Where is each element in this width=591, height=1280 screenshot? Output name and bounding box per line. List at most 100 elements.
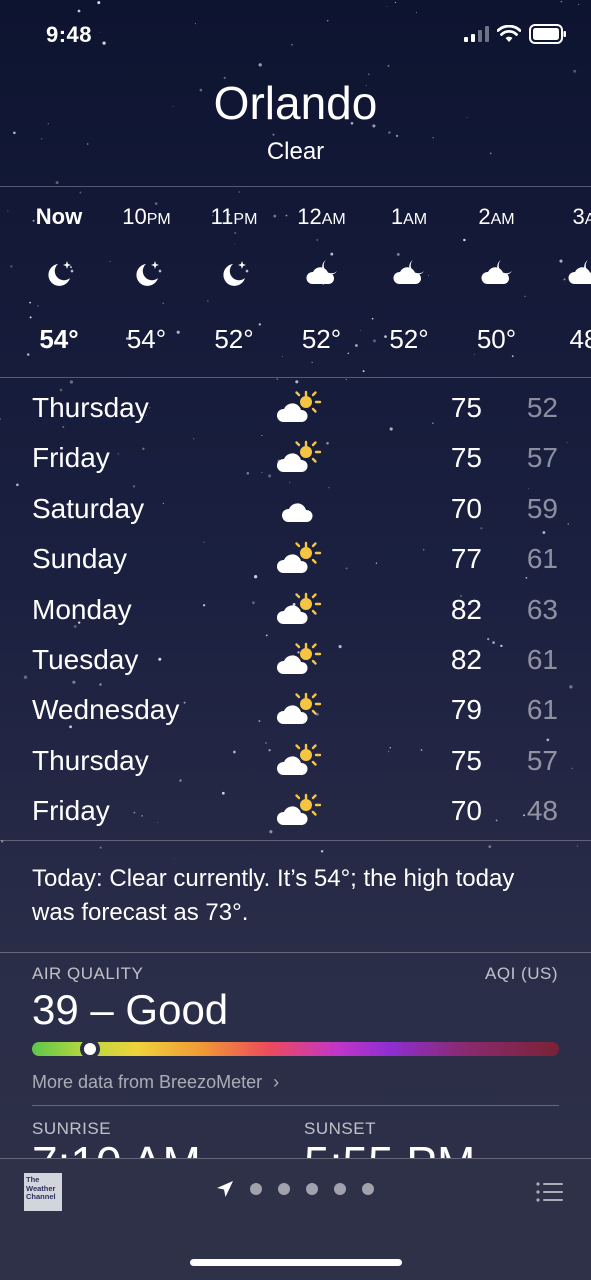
daily-row: Sunday 77 61 bbox=[0, 535, 591, 585]
day-name: Saturday bbox=[32, 492, 145, 524]
low-temperature: 59 bbox=[526, 492, 558, 524]
hourly-forecast[interactable]: Now 54° 10PM 54° 11PM 52° 12AM 52° 1AM 52° 2AM 50° 3… bbox=[0, 186, 591, 376]
status-time: 9:48 bbox=[46, 22, 93, 47]
hourly-item: 3A 48 bbox=[539, 186, 591, 376]
day-name: Monday bbox=[32, 593, 132, 625]
home-indicator[interactable] bbox=[190, 1259, 402, 1266]
city-name: Orlando bbox=[213, 77, 378, 129]
breezometer-link[interactable]: More data from BreezoMeter › bbox=[32, 1072, 279, 1093]
partly-sunny-icon bbox=[276, 692, 322, 728]
daily-row: Friday 70 48 bbox=[0, 787, 591, 837]
page-dot[interactable] bbox=[362, 1183, 374, 1195]
current-condition: Clear bbox=[266, 138, 325, 165]
sunrise-value: 7:10 AM bbox=[32, 1140, 282, 1158]
high-temperature: 75 bbox=[450, 442, 482, 474]
low-temperature: 61 bbox=[526, 543, 558, 575]
high-temperature: 75 bbox=[450, 392, 482, 423]
page-dot[interactable] bbox=[334, 1183, 346, 1195]
air-quality-scale-bar bbox=[32, 1042, 559, 1056]
partly-sunny-icon bbox=[276, 592, 322, 628]
air-quality-label: AIR QUALITY bbox=[32, 964, 144, 983]
day-name: Friday bbox=[32, 795, 110, 827]
moon-stars-icon bbox=[41, 258, 77, 288]
location-arrow-icon bbox=[217, 1181, 233, 1197]
hour-temperature: 48 bbox=[569, 324, 591, 354]
sunset-value: 5:55 PM bbox=[304, 1140, 554, 1158]
hourly-item: 2AM 50° bbox=[452, 186, 542, 376]
cloud-moon-icon bbox=[566, 258, 591, 288]
partly-sunny-icon bbox=[276, 642, 322, 678]
cloud-moon-icon bbox=[391, 258, 427, 288]
hour-label: 12AM bbox=[297, 204, 346, 229]
aqi-unit-label: AQI (US) bbox=[485, 964, 558, 983]
day-name: Wednesday bbox=[32, 694, 180, 726]
daily-row: Thursday 75 52 bbox=[0, 384, 591, 434]
battery-icon bbox=[529, 24, 566, 44]
partly-sunny-icon bbox=[276, 743, 322, 779]
air-quality-value: 39 – Good bbox=[32, 986, 229, 1033]
hour-temperature: 52° bbox=[389, 324, 429, 354]
hourly-item: Now 54° bbox=[14, 186, 104, 376]
low-temperature: 52 bbox=[526, 392, 558, 423]
hourly-item: 10PM 54° bbox=[102, 186, 192, 376]
daily-row: Friday 75 57 bbox=[0, 434, 591, 484]
partly-sunny-icon bbox=[276, 390, 322, 426]
today-summary: Today: Clear currently. It’s 54°; the hi… bbox=[32, 865, 515, 926]
air-quality-indicator bbox=[79, 1039, 100, 1059]
high-temperature: 75 bbox=[450, 744, 482, 776]
daily-row: Wednesday 79 61 bbox=[0, 686, 591, 736]
day-name: Tuesday bbox=[32, 644, 139, 675]
low-temperature: 61 bbox=[526, 644, 558, 675]
day-name: Sunday bbox=[32, 543, 127, 575]
page-dot[interactable] bbox=[250, 1183, 262, 1195]
day-name: Thursday bbox=[32, 392, 149, 423]
high-temperature: 70 bbox=[450, 492, 482, 524]
hour-label: 1AM bbox=[390, 204, 428, 229]
moon-stars-icon bbox=[216, 258, 252, 288]
partly-sunny-icon bbox=[276, 793, 322, 829]
high-temperature: 79 bbox=[450, 694, 482, 726]
hourly-item: 12AM 52° bbox=[277, 186, 367, 376]
daily-row: Monday 82 63 bbox=[0, 586, 591, 636]
moon-stars-icon bbox=[129, 258, 165, 288]
page-dot[interactable] bbox=[306, 1183, 318, 1195]
page-dot[interactable] bbox=[278, 1183, 290, 1195]
status-icons bbox=[463, 24, 567, 44]
wifi-icon bbox=[497, 25, 521, 42]
page-indicator[interactable] bbox=[216, 1180, 374, 1198]
low-temperature: 48 bbox=[526, 795, 558, 827]
cloud-icon bbox=[276, 491, 322, 527]
day-name: Thursday bbox=[32, 744, 149, 776]
hourly-item: 1AM 52° bbox=[364, 186, 454, 376]
hour-label: 10PM bbox=[122, 204, 171, 229]
high-temperature: 82 bbox=[450, 644, 482, 675]
hour-temperature: 52° bbox=[301, 324, 342, 354]
weather-channel-logo[interactable]: The Weather Channel bbox=[24, 1173, 62, 1211]
cloud-moon-icon bbox=[479, 258, 515, 288]
divider bbox=[0, 377, 591, 378]
signal-icon bbox=[464, 26, 489, 42]
daily-row: Tuesday 82 61 bbox=[0, 636, 591, 686]
hour-label: 3A bbox=[572, 204, 591, 229]
chevron-right-icon: › bbox=[273, 1072, 280, 1092]
low-temperature: 63 bbox=[526, 593, 558, 625]
hour-label: 11PM bbox=[210, 204, 258, 229]
divider bbox=[0, 840, 591, 841]
sunrise-label: SUNRISE bbox=[32, 1119, 112, 1138]
hour-temperature: 54° bbox=[126, 324, 167, 354]
list-icon[interactable] bbox=[535, 1181, 563, 1203]
hour-label: Now bbox=[35, 204, 83, 229]
high-temperature: 77 bbox=[450, 543, 482, 575]
daily-row: Saturday 70 59 bbox=[0, 485, 591, 535]
high-temperature: 82 bbox=[450, 593, 482, 625]
partly-sunny-icon bbox=[276, 440, 322, 476]
divider bbox=[32, 1105, 559, 1106]
low-temperature: 57 bbox=[526, 442, 558, 474]
hour-temperature: 52° bbox=[214, 324, 254, 354]
hourly-item: 11PM 52° bbox=[189, 186, 279, 376]
sunset-label: SUNSET bbox=[304, 1119, 376, 1138]
partly-sunny-icon bbox=[276, 541, 322, 577]
hour-temperature: 50° bbox=[476, 324, 517, 354]
breezometer-link-label: More data from BreezoMeter bbox=[32, 1072, 263, 1092]
low-temperature: 61 bbox=[526, 694, 558, 726]
